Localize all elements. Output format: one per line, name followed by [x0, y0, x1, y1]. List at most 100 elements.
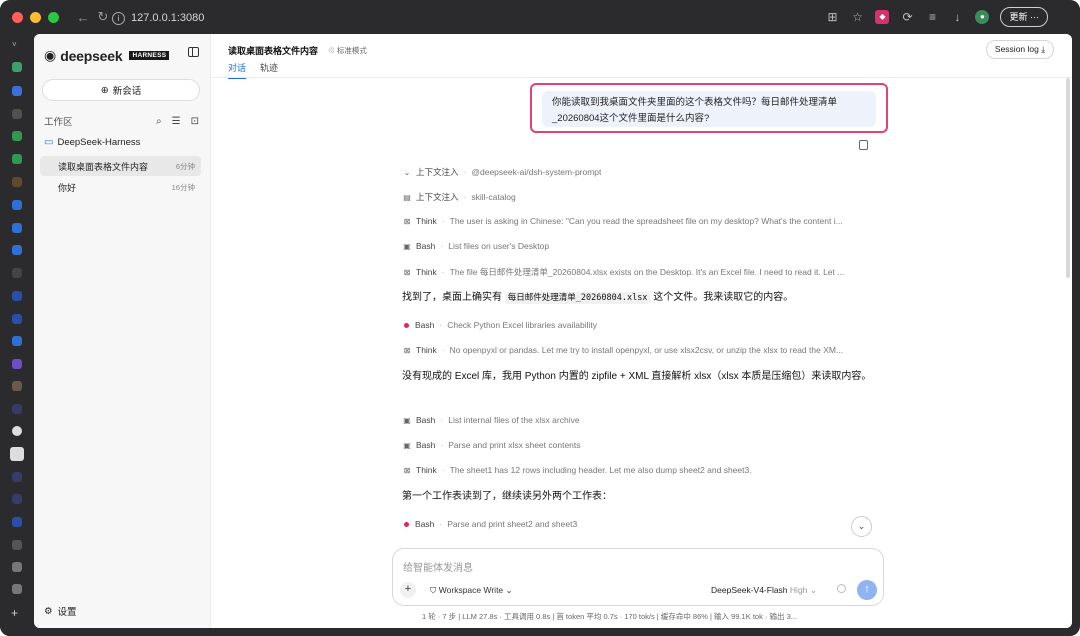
close-window-button[interactable]	[12, 11, 23, 23]
app-window: ◉ deepseek HARNESS ⊕ 新会话 工作区 ⌕ ☰ ⊡ ▭ Dee…	[34, 34, 1072, 628]
step-row[interactable]: ⊠ Think · No openpyxl or pandas. Let me t…	[402, 345, 843, 355]
step-row[interactable]: ▣ Bash · Parse and print xlsx sheet conte…	[402, 440, 580, 450]
think-icon: ⊠	[403, 465, 411, 475]
page-title: 读取桌面表格文件内容	[228, 46, 319, 56]
step-row[interactable]: ▣ Bash · List files on user's Desktop	[402, 241, 549, 251]
update-button[interactable]: 更新 ···	[1000, 7, 1048, 27]
step-row[interactable]: ⊠ Think · The user is asking in Chinese: …	[402, 216, 843, 226]
dock-app-icon[interactable]	[12, 223, 22, 233]
step-kind: Bash	[415, 519, 435, 529]
conversation-item[interactable]: 你好 16分钟	[40, 177, 201, 197]
dock-app-icon[interactable]	[12, 517, 22, 527]
extensions-puzzle-icon[interactable]: ⟳	[900, 10, 914, 24]
step-row[interactable]: ▣ Bash · List internal files of the xlsx …	[402, 415, 579, 425]
dock-app-icon[interactable]	[12, 584, 22, 594]
shield-icon: ⛉	[430, 585, 437, 595]
step-kind: Think	[416, 465, 437, 475]
step-row[interactable]: Bash · Parse and print sheet2 and sheet3	[402, 519, 577, 529]
more-dots: ···	[1030, 12, 1039, 22]
step-row[interactable]: Bash · Check Python Excel libraries avail…	[402, 320, 597, 330]
folder-icon: ▭	[44, 137, 54, 148]
message-input[interactable]: 给智能体发消息	[403, 559, 473, 574]
step-desc: List files on user's Desktop	[448, 241, 550, 251]
message-text: 这个文件。我来读取它的内容。	[650, 292, 794, 303]
dock-app-icon[interactable]	[12, 200, 22, 210]
chevron-down-icon: ⌄	[505, 585, 513, 595]
search-icon[interactable]: ⌕	[156, 116, 162, 127]
chevron-down-icon: ⌄	[403, 167, 411, 177]
step-desc: Parse and print sheet2 and sheet3	[447, 519, 578, 529]
conversation-item[interactable]: 读取桌面表格文件内容 6分钟	[40, 156, 201, 176]
dock-app-icon[interactable]	[12, 494, 22, 504]
new-folder-icon[interactable]: ⊡	[191, 116, 199, 127]
address-bar[interactable]: i 127.0.0.1:3080	[108, 8, 828, 28]
step-row[interactable]: ▤ 上下文注入 · skill-catalog	[402, 191, 516, 203]
model-name: DeepSeek-V4-Flash	[711, 585, 788, 595]
scroll-down-button[interactable]: ⌄	[851, 516, 872, 537]
browser-window: ← ↻ i 127.0.0.1:3080 ⊞ ☆ ◆ ⟳ ≡ ↓ ● 更新 ··…	[0, 0, 1080, 636]
whale-logo-icon: ◉	[44, 47, 57, 63]
reading-list-icon[interactable]: ≡	[925, 10, 939, 24]
sidebar-toggle-icon[interactable]	[188, 47, 199, 57]
attach-plus-icon[interactable]: +	[400, 582, 416, 598]
settings-label: 设置	[57, 607, 77, 618]
permission-selector[interactable]: ⛉ Workspace Write ⌄	[430, 585, 513, 596]
dock-app-icon[interactable]	[12, 154, 22, 164]
github-icon[interactable]	[12, 426, 22, 436]
download-icon[interactable]: ↓	[950, 10, 964, 24]
dock-app-icon[interactable]	[12, 268, 22, 278]
add-icon[interactable]: +	[11, 606, 21, 620]
mode-indicator[interactable]: ♲ 标准模式	[328, 45, 367, 56]
minimize-window-button[interactable]	[30, 11, 41, 23]
step-kind: Bash	[416, 415, 436, 425]
conversation-title: 读取桌面表格文件内容	[58, 161, 149, 172]
message-text: 找到了，桌面上确实有	[402, 292, 505, 303]
dock-app-icon[interactable]	[12, 359, 22, 369]
dock-app-icon[interactable]	[12, 109, 22, 119]
filter-icon[interactable]: ☰	[172, 116, 181, 127]
dock-app-icon[interactable]	[12, 562, 22, 572]
logo: ◉ deepseek HARNESS	[44, 47, 170, 64]
scrollbar[interactable]	[1066, 78, 1070, 278]
step-row[interactable]: ⌄ 上下文注入 · @deepseek-ai/dsh-system-prompt	[402, 166, 602, 178]
session-log-button[interactable]: Session log ⤓	[985, 40, 1054, 59]
dock-app-icon[interactable]	[12, 381, 22, 391]
extension-icon[interactable]: ◆	[875, 10, 890, 24]
dock-app-icon[interactable]	[12, 291, 22, 301]
step-kind: Think	[416, 345, 437, 355]
logo-badge: HARNESS	[129, 51, 170, 60]
project-item[interactable]: ▭ DeepSeek-Harness	[44, 137, 140, 148]
copy-icon[interactable]	[859, 140, 868, 150]
translate-icon[interactable]: ⊞	[825, 10, 839, 24]
dock-app-icon[interactable]	[12, 472, 22, 482]
new-chat-button[interactable]: ⊕ 新会话	[42, 79, 200, 101]
info-icon[interactable]: i	[112, 11, 125, 25]
settings-button[interactable]: ⚙ 设置	[44, 604, 77, 619]
think-icon: ⊠	[403, 345, 411, 355]
star-icon[interactable]: ☆	[850, 10, 864, 24]
zoom-window-button[interactable]	[48, 11, 59, 23]
dock-app-icon[interactable]	[12, 245, 22, 255]
dock-app-icon[interactable]	[12, 404, 22, 414]
model-level: High	[789, 585, 808, 595]
running-dot-icon	[404, 521, 409, 527]
dock-app-icon[interactable]	[12, 86, 22, 96]
model-selector[interactable]: DeepSeek-V4-Flash High ⌄	[711, 585, 817, 596]
send-button[interactable]: ↑	[857, 580, 877, 600]
deepseek-dock-icon[interactable]	[10, 447, 24, 461]
step-row[interactable]: ⊠ Think · The file 每日邮件处理清单_20260804.xlsx…	[402, 266, 845, 278]
dock-app-icon[interactable]	[12, 540, 22, 550]
profile-avatar[interactable]: ●	[975, 10, 990, 24]
dock-app-icon[interactable]	[12, 314, 22, 324]
back-arrow-icon[interactable]: ←	[75, 10, 91, 25]
assistant-message: 找到了，桌面上确实有 每日邮件处理清单_20260804.xlsx 这个文件。我…	[402, 290, 872, 306]
dock-app-icon[interactable]	[12, 131, 22, 141]
message-composer: 给智能体发消息 + ⛉ Workspace Write ⌄ DeepSeek-V…	[392, 548, 884, 606]
dock-app-icon[interactable]	[12, 62, 22, 72]
inline-code: 每日邮件处理清单_20260804.xlsx	[504, 292, 651, 304]
step-row[interactable]: ⊠ Think · The sheet1 has 12 rows includin…	[402, 465, 752, 475]
dock-app-icon[interactable]	[12, 177, 22, 187]
dock-app-icon[interactable]	[12, 336, 22, 346]
header-divider	[211, 77, 1072, 78]
document-icon: ▤	[403, 192, 411, 202]
